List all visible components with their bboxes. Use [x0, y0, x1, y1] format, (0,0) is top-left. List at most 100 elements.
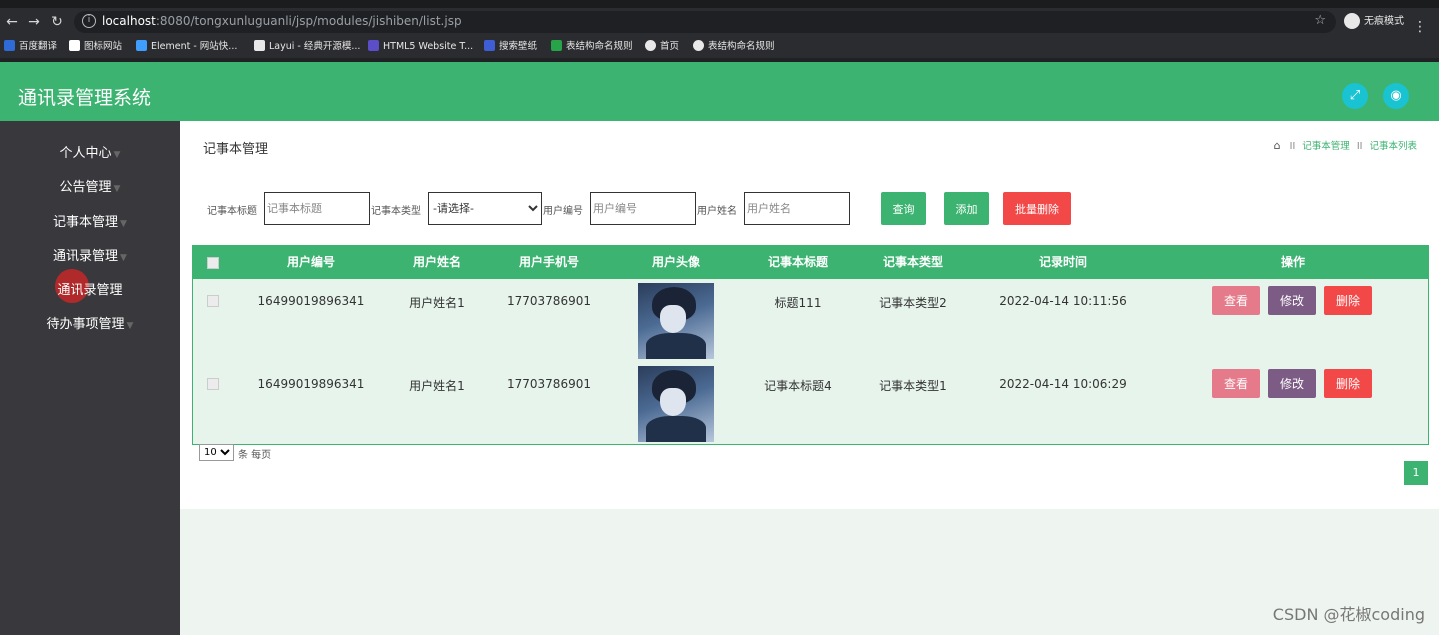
page-size-select[interactable]: 10 [199, 444, 234, 461]
watermark: CSDN @花椒coding [1272, 605, 1425, 624]
incognito-icon [1344, 13, 1360, 29]
user-name-filter-label: 用户姓名 [697, 206, 737, 217]
bookmark-favicon-icon [484, 40, 495, 51]
user-no-filter-input[interactable] [590, 192, 696, 225]
bookmark-item[interactable]: 搜索壁纸 [484, 40, 537, 54]
table-header: 用户编号 用户姓名 用户手机号 用户头像 记事本标题 记事本类型 记录时间 操作 [193, 246, 1428, 279]
bookmark-item[interactable]: 表结构命名规则 [551, 40, 633, 54]
table-row: 16499019896341 用户姓名1 17703786901 标题111 记… [193, 280, 1428, 363]
page-title: 记事本管理 [203, 142, 269, 157]
bookmark-item[interactable]: HTML5 Website T... [368, 40, 473, 54]
edit-button[interactable]: 修改 [1268, 286, 1316, 315]
column-header: 操作 [1280, 255, 1305, 269]
cell-user-no: 16499019896341 [257, 294, 365, 308]
breadcrumb-item[interactable]: 记事本管理 [1302, 141, 1350, 152]
home-icon[interactable]: ⌂ [1274, 139, 1281, 152]
bookmark-favicon-icon [4, 40, 15, 51]
row-checkbox[interactable] [207, 378, 219, 390]
sidebar-item-notebook[interactable]: 记事本管理 ▼ [0, 209, 180, 237]
bookmark-favicon-icon [136, 40, 147, 51]
bookmark-item[interactable]: Layui - 经典开源模... [254, 40, 360, 54]
column-header: 用户姓名 [412, 255, 461, 269]
forward-icon[interactable]: → [24, 12, 44, 32]
user-name-filter-input[interactable] [744, 192, 850, 225]
type-filter-select[interactable]: -请选择- [428, 192, 542, 225]
breadcrumb: ⌂ II 记事本管理 II 记事本列表 [1273, 139, 1417, 152]
select-all-checkbox[interactable] [207, 257, 219, 269]
sidebar-item-contacts[interactable]: 通讯录管理 ▼ [0, 243, 180, 271]
bookmark-item[interactable]: 表结构命名规则 [693, 40, 775, 54]
bookmark-item[interactable]: 图标网站 [69, 40, 122, 54]
url-text: localhost:8080/tongxunluguanli/jsp/modul… [102, 14, 462, 28]
chevron-down-icon: ▼ [120, 219, 127, 229]
column-header: 记录时间 [1038, 255, 1087, 269]
bookmark-star-icon[interactable]: ☆ [1314, 13, 1326, 28]
query-button[interactable]: 查询 [881, 192, 926, 225]
breadcrumb-item: 记事本列表 [1369, 141, 1417, 152]
delete-button[interactable]: 删除 [1324, 286, 1372, 315]
cell-title: 记事本标题4 [764, 379, 832, 393]
bookmark-favicon-icon [551, 40, 562, 51]
title-filter-label: 记事本标题 [207, 206, 257, 217]
chevron-down-icon: ▼ [113, 184, 121, 194]
cell-user-name: 用户姓名1 [409, 379, 465, 393]
cell-phone: 17703786901 [507, 294, 591, 308]
app-title: 通讯录管理系统 [18, 87, 152, 109]
sidebar-item-personal-center[interactable]: 个人中心 ▼ [0, 140, 180, 168]
row-checkbox[interactable] [207, 295, 219, 307]
main-panel: 记事本管理 ⌂ II 记事本管理 II 记事本列表 记事本标题 记事本类型 -请… [180, 121, 1439, 509]
sidebar-item-notice[interactable]: 公告管理 ▼ [0, 174, 180, 202]
cell-user-name: 用户姓名1 [409, 296, 465, 310]
add-button[interactable]: 添加 [944, 192, 989, 225]
chevron-down-icon: ▼ [126, 321, 134, 331]
back-icon[interactable]: ← [2, 12, 22, 32]
bookmark-favicon-icon [645, 40, 656, 51]
chevron-down-icon: ▼ [120, 253, 127, 263]
batch-delete-button[interactable]: 批量删除 [1003, 192, 1071, 225]
view-button[interactable]: 查看 [1212, 286, 1260, 315]
cell-title: 标题111 [774, 296, 822, 310]
column-header: 用户头像 [651, 255, 700, 269]
user-icon[interactable]: ◉ [1383, 83, 1409, 109]
data-table: 用户编号 用户姓名 用户手机号 用户头像 记事本标题 记事本类型 记录时间 操作… [192, 245, 1429, 445]
table-row: 16499019896341 用户姓名1 17703786901 记事本标题4 … [193, 363, 1428, 446]
cell-type: 记事本类型1 [879, 379, 947, 393]
reload-icon[interactable]: ↻ [47, 12, 67, 32]
info-icon[interactable]: i [82, 14, 96, 28]
column-header: 记事本标题 [767, 255, 828, 269]
cell-time: 2022-04-14 10:11:56 [999, 294, 1127, 308]
view-button[interactable]: 查看 [1212, 369, 1260, 398]
bookmark-favicon-icon [69, 40, 80, 51]
title-filter-input[interactable] [264, 192, 370, 225]
address-bar: ← → ↻ i localhost:8080/tongxunluguanli/j… [0, 8, 1439, 36]
cell-time: 2022-04-14 10:06:29 [999, 377, 1127, 391]
cell-user-no: 16499019896341 [257, 377, 365, 391]
bookmark-item[interactable]: Element - 网站快... [136, 40, 237, 54]
sidebar-subitem-contacts-manage[interactable]: 通讯录管理 [0, 277, 180, 305]
user-no-filter-label: 用户编号 [543, 206, 583, 217]
bookmark-favicon-icon [368, 40, 379, 51]
chevron-down-icon: ▼ [113, 150, 121, 160]
column-header: 用户手机号 [518, 255, 579, 269]
bookmark-favicon-icon [693, 40, 704, 51]
delete-button[interactable]: 删除 [1324, 369, 1372, 398]
bookmark-item[interactable]: 首页 [645, 40, 679, 54]
browser-menu-icon[interactable]: ⋮ [1413, 19, 1427, 35]
edit-button[interactable]: 修改 [1268, 369, 1316, 398]
fullscreen-icon[interactable]: ⤢ [1342, 83, 1368, 109]
main-background [180, 509, 1439, 635]
column-header: 用户编号 [286, 255, 335, 269]
app-header: 通讯录管理系统 ⤢ ◉ [0, 62, 1439, 121]
avatar [638, 283, 714, 359]
page-number-button[interactable]: 1 [1404, 461, 1428, 485]
cell-type: 记事本类型2 [879, 296, 947, 310]
bookmark-favicon-icon [254, 40, 265, 51]
type-filter-label: 记事本类型 [371, 206, 421, 217]
sidebar-item-todo[interactable]: 待办事项管理 ▼ [0, 311, 180, 339]
column-header: 记事本类型 [882, 255, 943, 269]
url-field[interactable]: i localhost:8080/tongxunluguanli/jsp/mod… [74, 11, 1336, 33]
avatar [638, 366, 714, 442]
tab-strip [0, 0, 1439, 8]
bookmarks-bar: 百度翻译 图标网站 Element - 网站快... Layui - 经典开源模… [0, 36, 1439, 58]
bookmark-item[interactable]: 百度翻译 [4, 40, 57, 54]
